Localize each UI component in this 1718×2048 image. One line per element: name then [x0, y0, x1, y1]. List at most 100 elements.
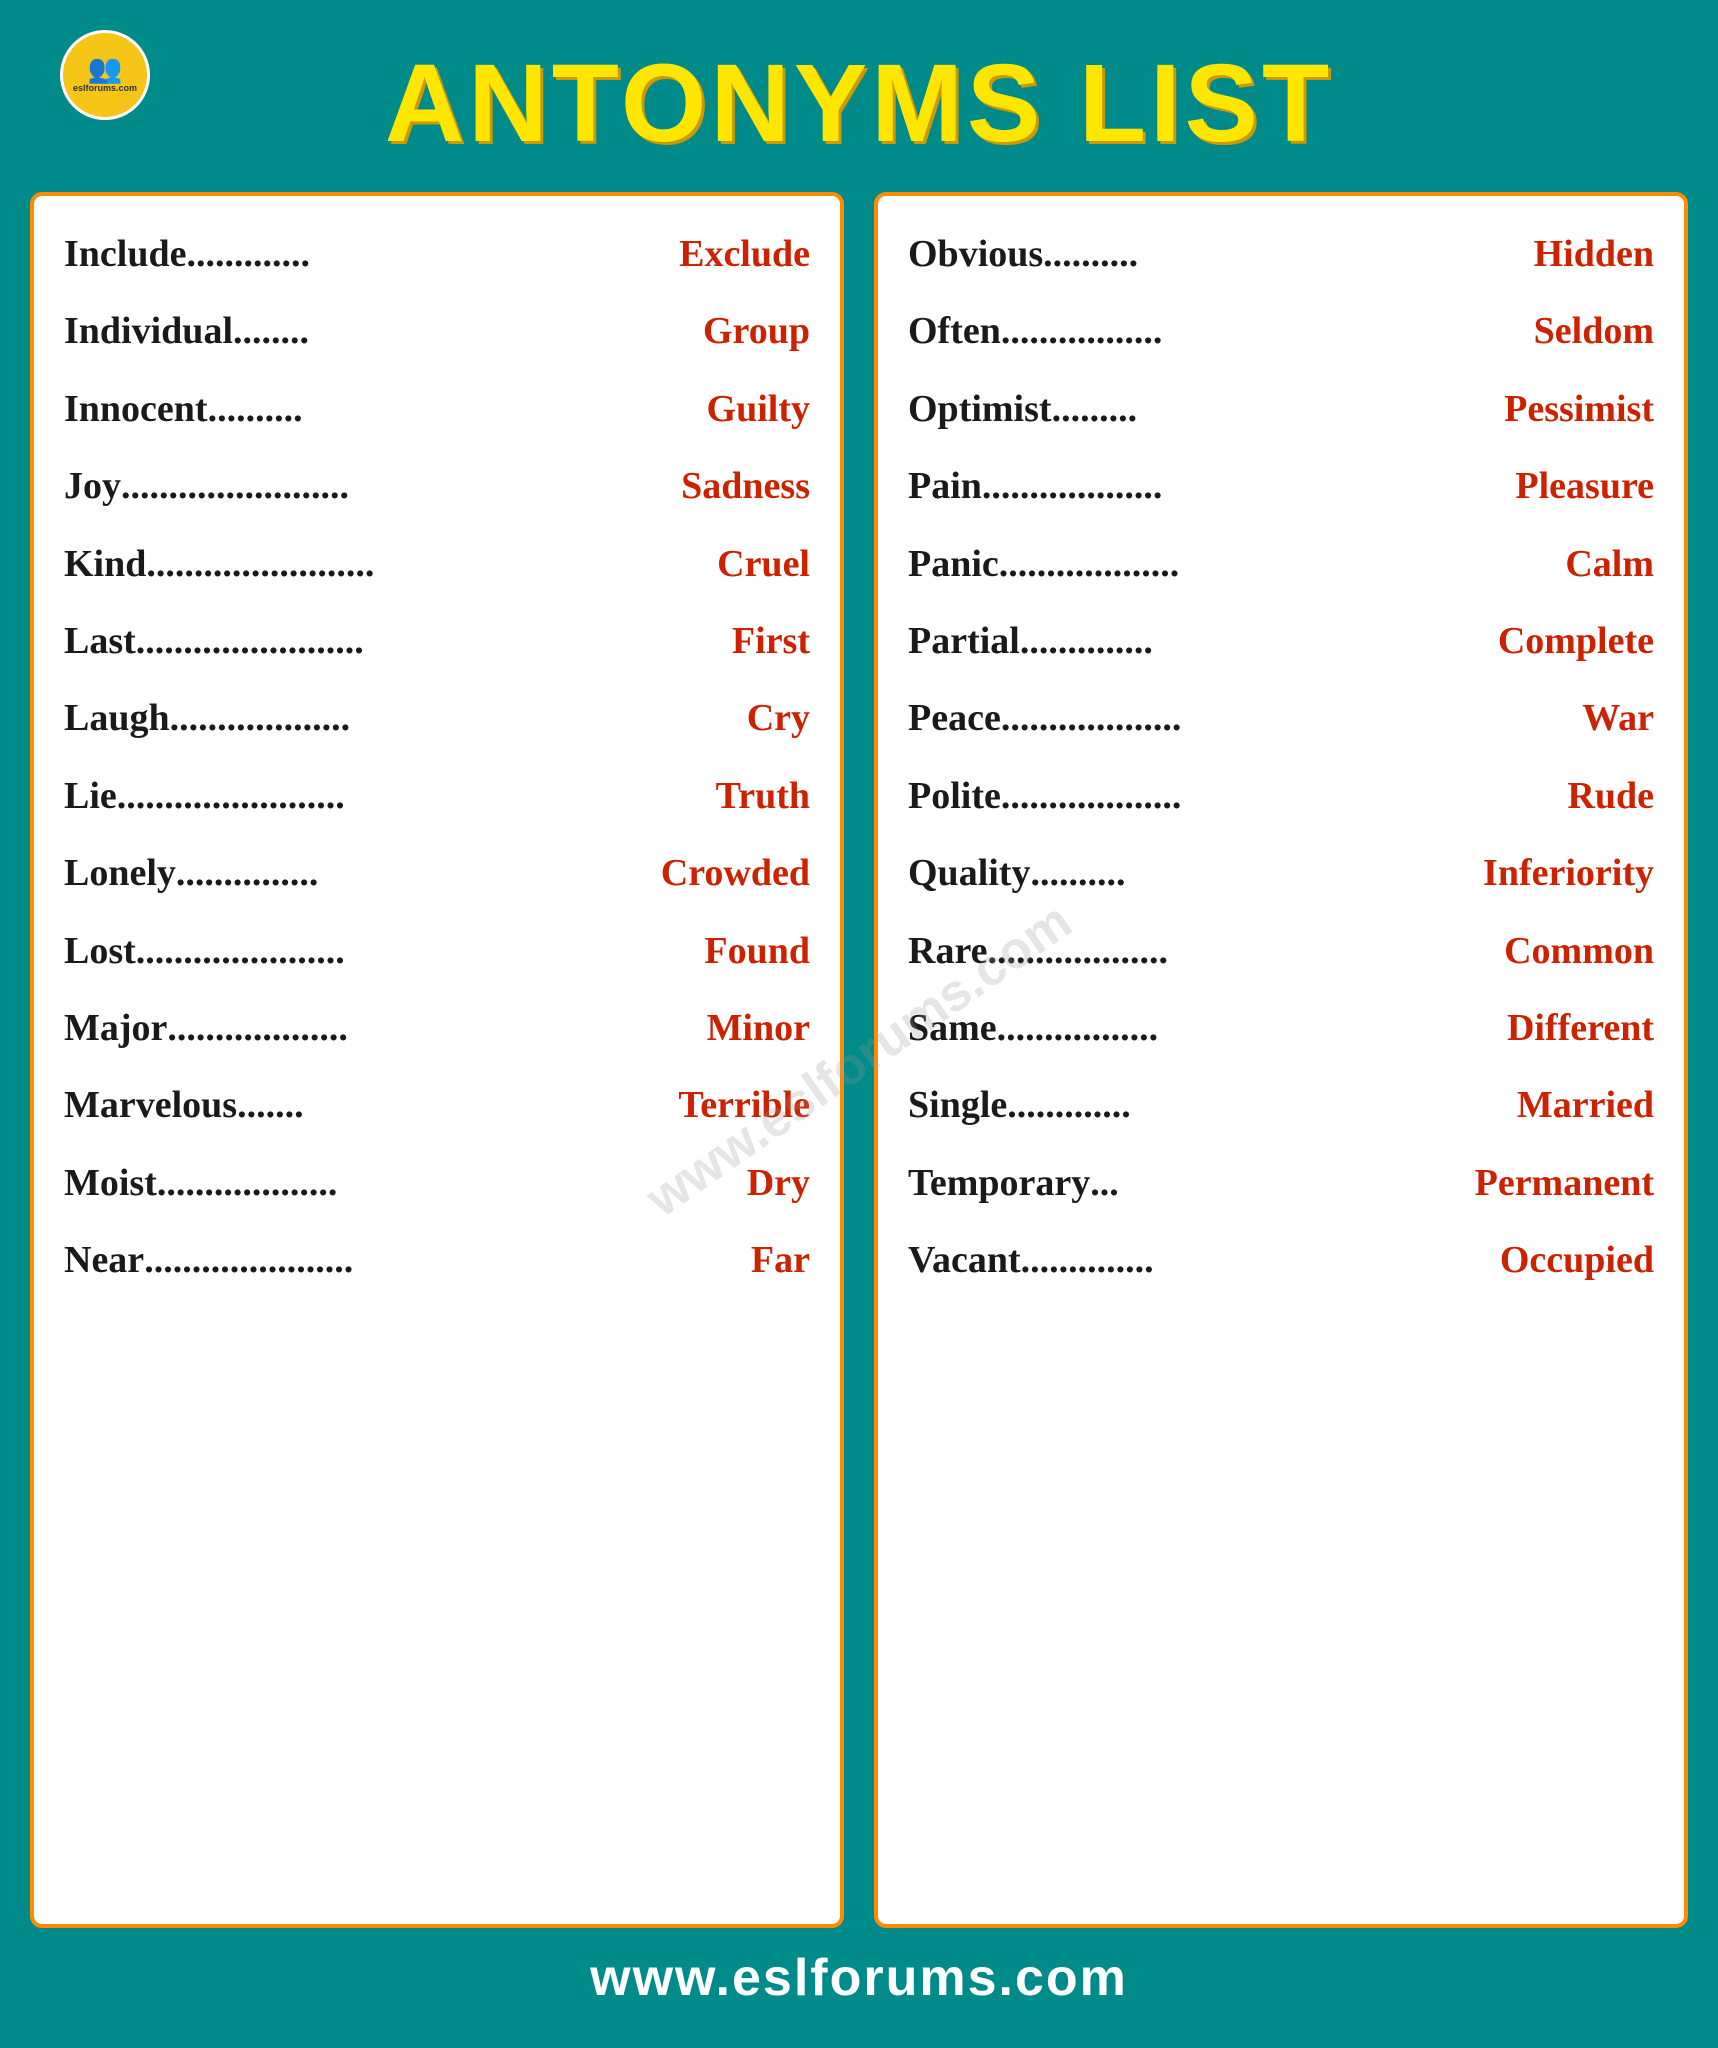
word-antonym: Terrible [678, 1081, 810, 1130]
word-original: Near [64, 1236, 144, 1285]
word-original: Temporary [908, 1159, 1090, 1208]
dots-separator: ................... [1001, 694, 1582, 743]
word-original: Single [908, 1081, 1007, 1130]
page-header: 👥 eslforums.com ANTONYMS LIST [30, 20, 1688, 192]
dots-separator: ............. [186, 230, 679, 279]
word-antonym: Guilty [707, 385, 810, 434]
word-original: Lie [64, 772, 117, 821]
word-original: Kind [64, 540, 146, 589]
word-antonym: Calm [1565, 540, 1654, 589]
dots-separator: .......... [1030, 849, 1483, 898]
dots-separator: ................... [170, 694, 747, 743]
word-original: Moist [64, 1159, 157, 1208]
logo-icon: 👥 [88, 56, 123, 84]
word-original: Major [64, 1004, 167, 1053]
list-item: Partial..............Complete [908, 603, 1654, 680]
word-antonym: Pessimist [1504, 385, 1654, 434]
word-antonym: Complete [1498, 617, 1654, 666]
word-original: Laugh [64, 694, 170, 743]
dots-separator: ................... [157, 1159, 747, 1208]
dots-separator: ......... [1052, 385, 1505, 434]
word-antonym: Occupied [1500, 1236, 1654, 1285]
dots-separator: .......... [208, 385, 707, 434]
list-item: Innocent..........Guilty [64, 371, 810, 448]
dots-separator: .......... [1043, 230, 1533, 279]
list-item: Near......................Far [64, 1222, 810, 1299]
word-antonym: First [732, 617, 810, 666]
list-item: Marvelous.......Terrible [64, 1067, 810, 1144]
list-item: Last........................First [64, 603, 810, 680]
word-antonym: Group [703, 307, 810, 356]
word-original: Same [908, 1004, 997, 1053]
word-antonym: Far [751, 1236, 810, 1285]
word-antonym: Crowded [661, 849, 810, 898]
list-item: Rare...................Common [908, 913, 1654, 990]
word-original: Rare [908, 927, 988, 976]
word-original: Peace [908, 694, 1001, 743]
list-item: Major...................Minor [64, 990, 810, 1067]
word-original: Last [64, 617, 136, 666]
list-item: Kind........................Cruel [64, 526, 810, 603]
list-item: Vacant..............Occupied [908, 1222, 1654, 1299]
list-item: Single.............Married [908, 1067, 1654, 1144]
dots-separator: ........................ [121, 462, 681, 511]
dots-separator: ........................ [136, 617, 732, 666]
footer-url: www.eslforums.com [590, 1949, 1128, 2007]
dots-separator: .............. [1021, 1236, 1500, 1285]
word-antonym: Different [1507, 1004, 1654, 1053]
list-item: Joy........................Sadness [64, 448, 810, 525]
dots-separator: ................... [999, 540, 1566, 589]
word-antonym: Hidden [1534, 230, 1654, 279]
dots-separator: ........................ [117, 772, 716, 821]
logo-text: eslforums.com [73, 84, 137, 94]
footer: www.eslforums.com [30, 1928, 1688, 2018]
dots-separator: ................... [167, 1004, 706, 1053]
dots-separator: ... [1090, 1159, 1474, 1208]
word-antonym: Rude [1567, 772, 1654, 821]
list-item: Panic...................Calm [908, 526, 1654, 603]
word-antonym: Cruel [717, 540, 810, 589]
word-original: Polite [908, 772, 1001, 821]
word-original: Include [64, 230, 186, 279]
word-original: Innocent [64, 385, 208, 434]
list-item: Polite...................Rude [908, 758, 1654, 835]
word-antonym: Sadness [681, 462, 810, 511]
dots-separator: .............. [1020, 617, 1498, 666]
list-item: Individual........Group [64, 293, 810, 370]
list-item: Include.............Exclude [64, 216, 810, 293]
dots-separator: ................. [997, 1004, 1507, 1053]
word-original: Panic [908, 540, 999, 589]
word-original: Often [908, 307, 1001, 356]
word-antonym: Exclude [679, 230, 810, 279]
dots-separator: ................... [988, 927, 1505, 976]
word-original: Marvelous [64, 1081, 237, 1130]
list-item: Often.................Seldom [908, 293, 1654, 370]
word-antonym: Cry [747, 694, 810, 743]
list-item: Moist...................Dry [64, 1145, 810, 1222]
word-antonym: Dry [747, 1159, 810, 1208]
dots-separator: ....... [237, 1081, 678, 1130]
list-item: Peace...................War [908, 680, 1654, 757]
dots-separator: ............. [1007, 1081, 1517, 1130]
word-antonym: Pleasure [1515, 462, 1654, 511]
word-antonym: Minor [707, 1004, 810, 1053]
content-wrapper: www.eslforums.com Include.............Ex… [30, 192, 1688, 1928]
word-antonym: War [1582, 694, 1654, 743]
dots-separator: ................... [982, 462, 1515, 511]
list-item: Same.................Different [908, 990, 1654, 1067]
word-antonym: Seldom [1534, 307, 1654, 356]
left-column: Include.............ExcludeIndividual...… [30, 192, 844, 1928]
word-antonym: Found [704, 927, 810, 976]
dots-separator: ...................... [136, 927, 705, 976]
list-item: Lonely...............Crowded [64, 835, 810, 912]
page-title: ANTONYMS LIST [385, 40, 1333, 167]
word-antonym: Truth [716, 772, 810, 821]
word-antonym: Inferiority [1483, 849, 1654, 898]
list-item: Laugh...................Cry [64, 680, 810, 757]
dots-separator: ........................ [146, 540, 717, 589]
list-item: Lie........................Truth [64, 758, 810, 835]
word-original: Partial [908, 617, 1020, 666]
list-item: Lost......................Found [64, 913, 810, 990]
word-original: Obvious [908, 230, 1043, 279]
right-column: Obvious..........HiddenOften............… [874, 192, 1688, 1928]
